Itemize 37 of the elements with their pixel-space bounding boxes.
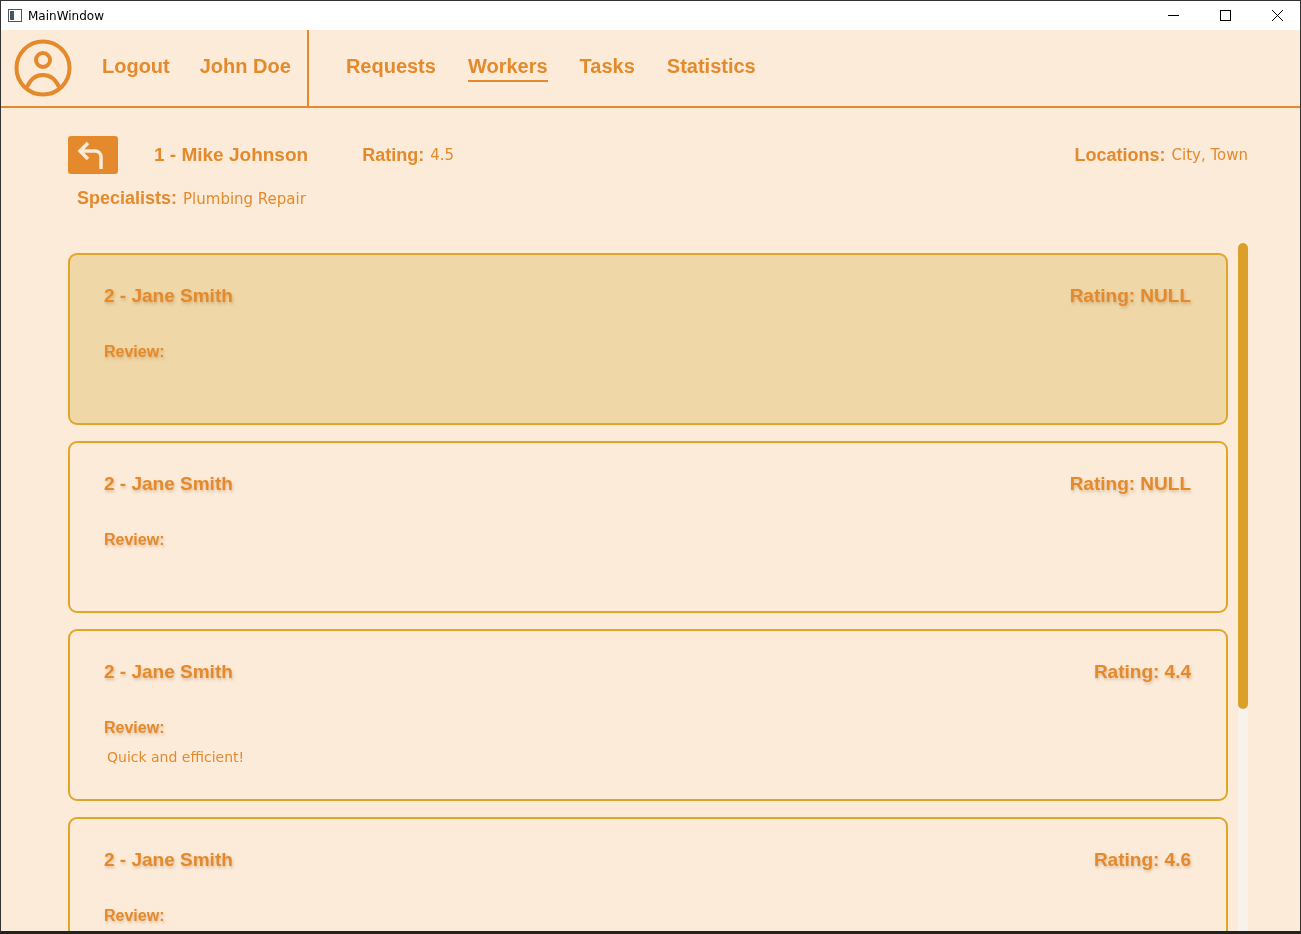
reviewer-name: 2 - Jane Smith xyxy=(104,285,233,307)
window-title: MainWindow xyxy=(28,8,105,23)
review-rating: Rating: NULL xyxy=(1069,473,1191,495)
nav-tab[interactable]: Statistics xyxy=(666,54,756,82)
nav-tab[interactable]: Requests xyxy=(345,54,436,82)
review-label: Review: xyxy=(104,343,165,361)
reviewer-name: 2 - Jane Smith xyxy=(104,661,233,683)
locations-value: City, Town xyxy=(1171,146,1248,164)
specialists-value: Plumbing Repair xyxy=(183,190,306,208)
nav-tab[interactable]: Workers xyxy=(467,54,548,82)
locations-label: Locations: xyxy=(1074,144,1166,166)
user-avatar-icon[interactable] xyxy=(14,39,72,97)
review-label: Review: xyxy=(104,531,165,549)
review-card[interactable]: 2 - Jane Smith Rating: 4.4 Review: Quick and efficient! xyxy=(68,629,1228,801)
review-label: Review: xyxy=(104,907,165,925)
rating-label: Rating: xyxy=(362,144,425,166)
reviewer-name: 2 - Jane Smith xyxy=(104,473,233,495)
review-rating: Rating: 4.4 xyxy=(1093,661,1191,683)
scrollbar-thumb[interactable] xyxy=(1238,243,1248,709)
review-card[interactable]: 2 - Jane Smith Rating: 4.6 Review: xyxy=(68,817,1228,931)
close-icon xyxy=(1271,10,1283,21)
review-text: Quick and efficient! xyxy=(107,749,245,765)
nav-tab[interactable]: Tasks xyxy=(579,54,635,82)
review-rating: Rating: 4.6 xyxy=(1093,849,1191,871)
review-label: Review: xyxy=(104,719,165,737)
app-icon xyxy=(8,9,22,22)
specialists-label: Specialists: xyxy=(77,188,178,209)
rating-value: 4.5 xyxy=(430,146,454,164)
reviewer-name: 2 - Jane Smith xyxy=(104,849,233,871)
user-name-link[interactable]: John Doe xyxy=(199,54,291,82)
review-rating: Rating: NULL xyxy=(1069,285,1191,307)
worker-name: 1 - Mike Johnson xyxy=(154,144,309,166)
review-card[interactable]: 2 - Jane Smith Rating: NULL Review: xyxy=(68,253,1228,425)
back-button[interactable] xyxy=(68,136,118,174)
maximize-icon xyxy=(1219,10,1231,21)
logout-link[interactable]: Logout xyxy=(102,54,170,82)
review-card[interactable]: 2 - Jane Smith Rating: NULL Review: xyxy=(68,441,1228,613)
